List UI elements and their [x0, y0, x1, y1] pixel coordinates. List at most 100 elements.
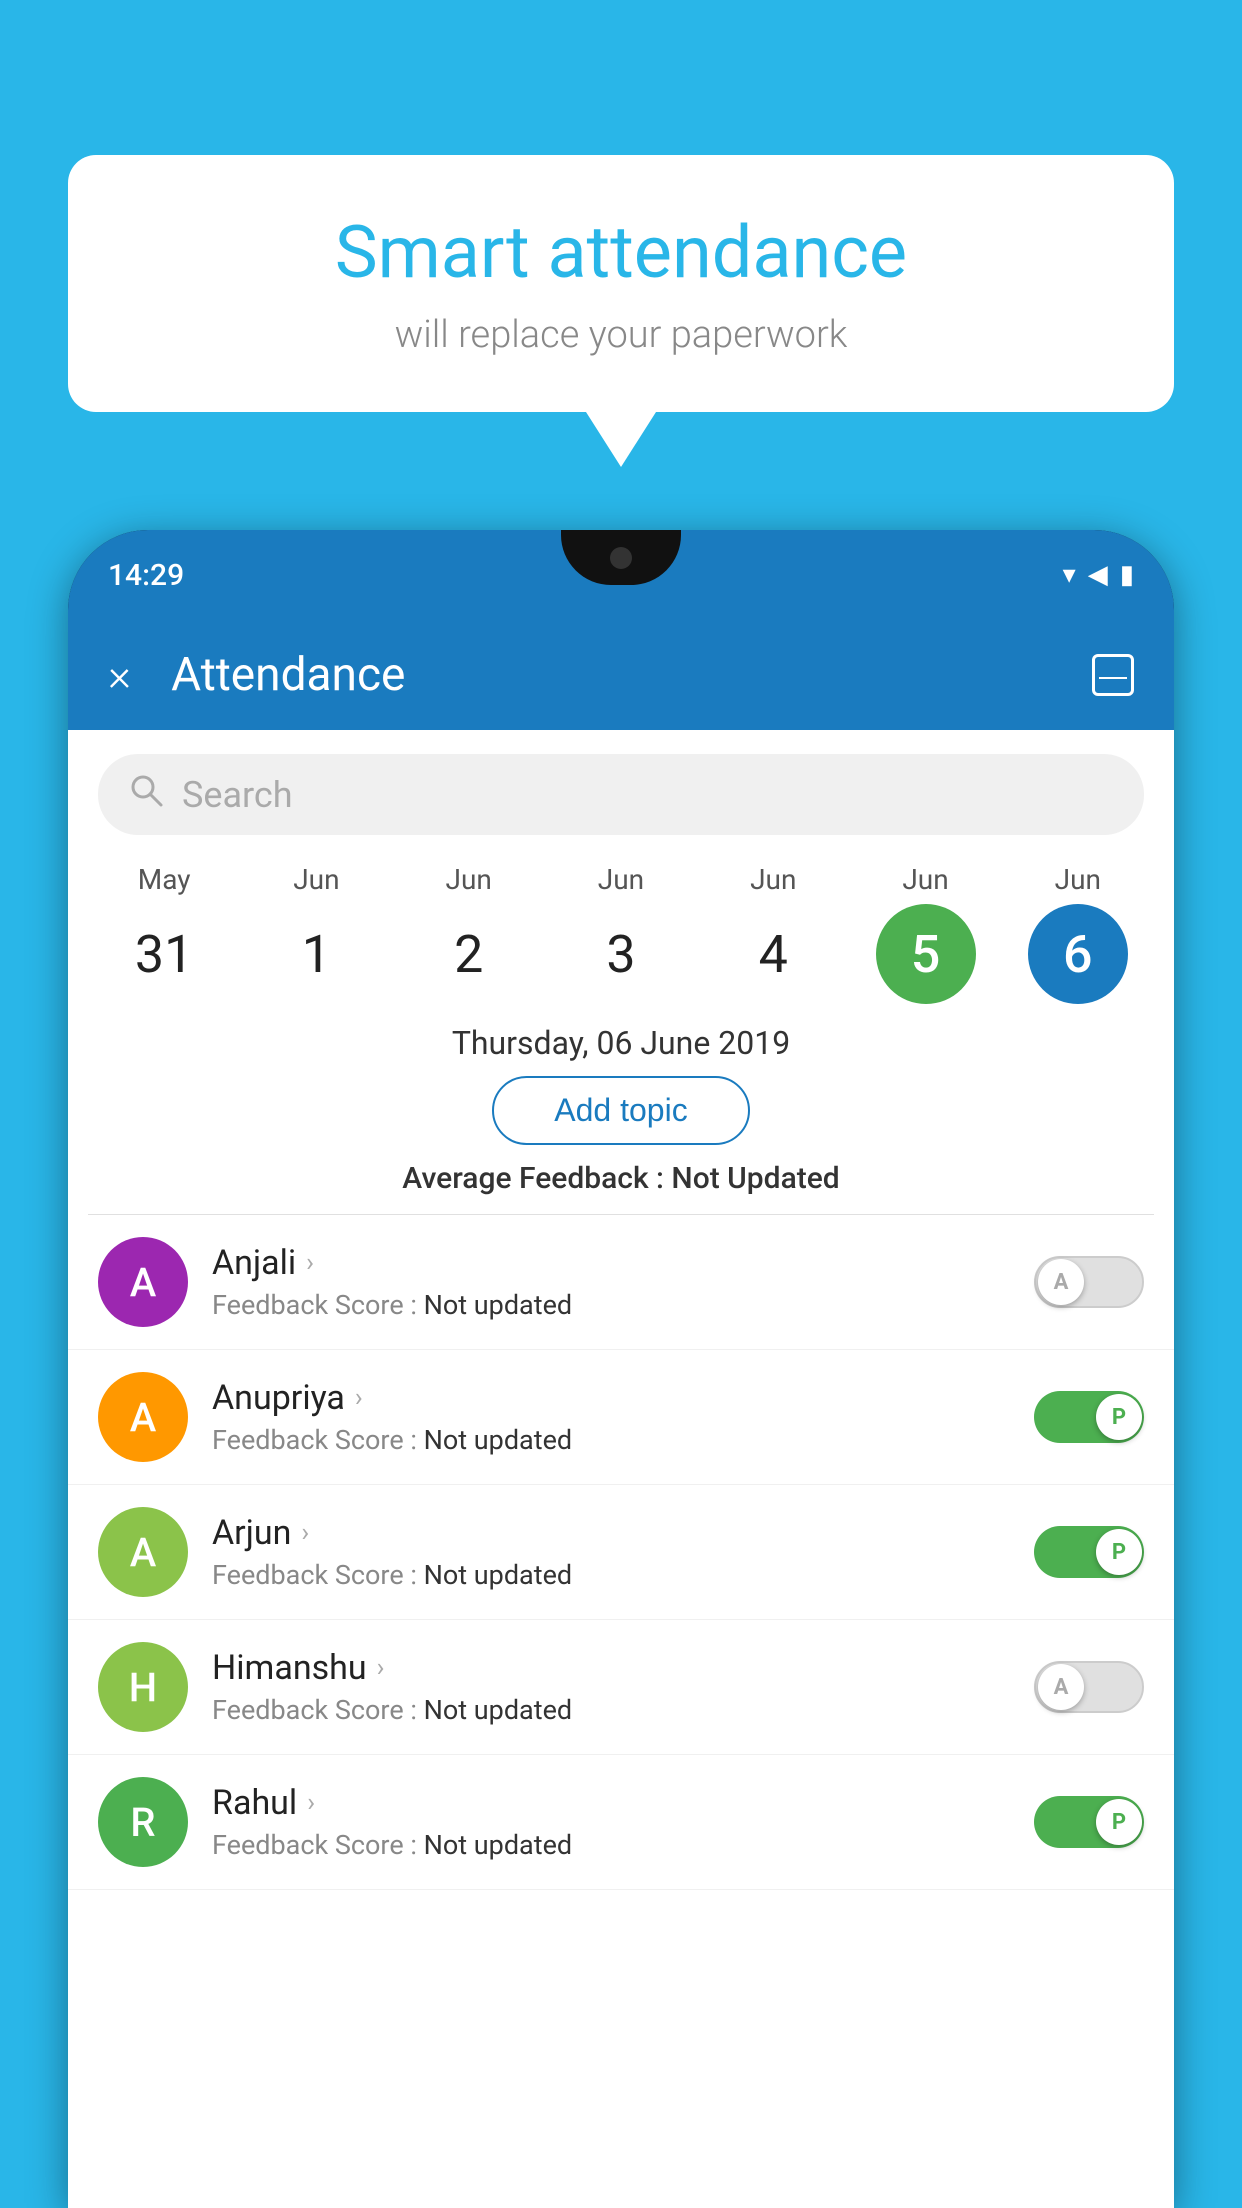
battery-icon: ▮ [1120, 560, 1134, 590]
attendance-toggle-1[interactable]: P [1034, 1391, 1144, 1443]
student-feedback-3: Feedback Score : Not updated [212, 1694, 1034, 1726]
toggle-wrapper-3[interactable]: A [1034, 1661, 1144, 1713]
app-title: Attendance [171, 648, 1092, 702]
student-list: AAnjali›Feedback Score : Not updatedAAAn… [68, 1215, 1174, 2208]
close-button[interactable]: × [108, 649, 131, 701]
search-icon [128, 772, 164, 817]
student-name-text-3: Himanshu [212, 1648, 367, 1688]
status-bar: 14:29 ▾ ◀ ▮ [68, 530, 1174, 620]
phone-time: 14:29 [108, 558, 184, 593]
student-item-3[interactable]: H Himanshu › Feedback Score : Not updatedA [68, 1620, 1174, 1755]
date-month-3: Jun [598, 863, 644, 896]
avg-feedback: Average Feedback : Not Updated [68, 1161, 1174, 1196]
attendance-toggle-2[interactable]: P [1034, 1526, 1144, 1578]
student-feedback-1: Feedback Score : Not updated [212, 1424, 1034, 1456]
toggle-wrapper-1[interactable]: P [1034, 1391, 1144, 1443]
toggle-knob-3: A [1038, 1664, 1084, 1710]
student-name-0: Anjali› [212, 1243, 1034, 1283]
date-col-2[interactable]: Jun 2 [404, 863, 534, 1004]
date-num-4[interactable]: 4 [723, 904, 823, 1004]
student-name-1: Anupriya › [212, 1378, 1034, 1418]
date-num-2[interactable]: 2 [419, 904, 519, 1004]
student-info-1: Anupriya › Feedback Score : Not updated [212, 1378, 1034, 1456]
phone-frame: 14:29 ▾ ◀ ▮ × Attendance Search [68, 530, 1174, 2208]
student-item-1[interactable]: A Anupriya › Feedback Score : Not updated P [68, 1350, 1174, 1485]
feedback-value-1: Not updated [424, 1424, 573, 1456]
student-name-3: Himanshu › [212, 1648, 1034, 1688]
camera-dot [610, 547, 632, 569]
avg-feedback-value: Not Updated [671, 1161, 839, 1196]
speech-bubble: Smart attendance will replace your paper… [68, 155, 1174, 412]
student-avatar-2: A [98, 1507, 188, 1597]
date-month-5: Jun [902, 863, 948, 896]
chevron-right-icon-0: › [306, 1248, 314, 1278]
date-month-4: Jun [750, 863, 796, 896]
chevron-right-icon-2: › [301, 1518, 309, 1548]
student-item-2[interactable]: AArjun›Feedback Score : Not updatedP [68, 1485, 1174, 1620]
toggle-wrapper-2[interactable]: P [1034, 1526, 1144, 1578]
student-avatar-1: A [98, 1372, 188, 1462]
attendance-toggle-4[interactable]: P [1034, 1796, 1144, 1848]
student-name-text-1: Anupriya [212, 1378, 345, 1418]
feedback-value-0: Not updated [424, 1289, 573, 1321]
signal-icon: ◀ [1088, 560, 1108, 590]
add-topic-container: Add topic [68, 1076, 1174, 1145]
speech-bubble-container: Smart attendance will replace your paper… [68, 155, 1174, 467]
student-item-0[interactable]: AAnjali›Feedback Score : Not updatedA [68, 1215, 1174, 1350]
calendar-icon[interactable] [1092, 654, 1134, 696]
date-num-5[interactable]: 5 [876, 904, 976, 1004]
app-screen: × Attendance Search May31Jun1Jun2Jun3Jun… [68, 620, 1174, 2208]
feedback-value-4: Not updated [424, 1829, 573, 1861]
date-col-3[interactable]: Jun 3 [556, 863, 686, 1004]
date-col-6[interactable]: Jun 6 [1013, 863, 1143, 1004]
date-num-6[interactable]: 6 [1028, 904, 1128, 1004]
student-feedback-4: Feedback Score : Not updated [212, 1829, 1034, 1861]
speech-bubble-subtitle: will replace your paperwork [128, 313, 1114, 357]
date-month-2: Jun [446, 863, 492, 896]
toggle-wrapper-4[interactable]: P [1034, 1796, 1144, 1848]
date-col-4[interactable]: Jun 4 [708, 863, 838, 1004]
student-name-4: Rahul › [212, 1783, 1034, 1823]
status-icons: ▾ ◀ ▮ [1063, 560, 1134, 590]
search-input[interactable]: Search [182, 774, 293, 816]
date-col-0[interactable]: May 31 [99, 863, 229, 1004]
student-info-0: Anjali›Feedback Score : Not updated [212, 1243, 1034, 1321]
date-num-0[interactable]: 31 [114, 904, 214, 1004]
toggle-knob-0: A [1038, 1259, 1084, 1305]
student-item-4[interactable]: RRahul›Feedback Score : Not updatedP [68, 1755, 1174, 1890]
date-col-5[interactable]: Jun 5 [861, 863, 991, 1004]
speech-bubble-arrow [586, 412, 656, 467]
student-name-text-4: Rahul [212, 1783, 297, 1823]
search-bar[interactable]: Search [98, 754, 1144, 835]
attendance-toggle-3[interactable]: A [1034, 1661, 1144, 1713]
toggle-knob-4: P [1096, 1799, 1142, 1845]
date-num-3[interactable]: 3 [571, 904, 671, 1004]
phone-notch [561, 530, 681, 585]
student-info-4: Rahul › Feedback Score : Not updated [212, 1783, 1034, 1861]
selected-date-label: Thursday, 06 June 2019 [68, 1024, 1174, 1062]
toggle-wrapper-0[interactable]: A [1034, 1256, 1144, 1308]
toggle-knob-2: P [1096, 1529, 1142, 1575]
wifi-icon: ▾ [1063, 560, 1076, 590]
chevron-right-icon-3: › [377, 1653, 385, 1683]
chevron-right-icon-1: › [355, 1383, 363, 1413]
add-topic-button[interactable]: Add topic [492, 1076, 749, 1145]
attendance-toggle-0[interactable]: A [1034, 1256, 1144, 1308]
student-name-text-2: Arjun [212, 1513, 291, 1553]
toggle-knob-1: P [1096, 1394, 1142, 1440]
chevron-right-icon-4: › [307, 1788, 315, 1818]
app-topbar: × Attendance [68, 620, 1174, 730]
date-num-1[interactable]: 1 [266, 904, 366, 1004]
calendar-dates-row: May 31 Jun1 Jun 2 Jun 3 Jun 4 Jun 5 Jun 6 [68, 853, 1174, 1004]
avg-feedback-label: Average Feedback : [402, 1161, 664, 1196]
speech-bubble-title: Smart attendance [128, 210, 1114, 295]
student-avatar-3: H [98, 1642, 188, 1732]
student-avatar-0: A [98, 1237, 188, 1327]
student-info-3: Himanshu › Feedback Score : Not updated [212, 1648, 1034, 1726]
date-month-6: Jun [1055, 863, 1101, 896]
date-col-1[interactable]: Jun1 [251, 863, 381, 1004]
feedback-value-3: Not updated [424, 1694, 573, 1726]
date-month-0: May [138, 863, 191, 896]
feedback-value-2: Not updated [424, 1559, 573, 1591]
student-info-2: Arjun›Feedback Score : Not updated [212, 1513, 1034, 1591]
